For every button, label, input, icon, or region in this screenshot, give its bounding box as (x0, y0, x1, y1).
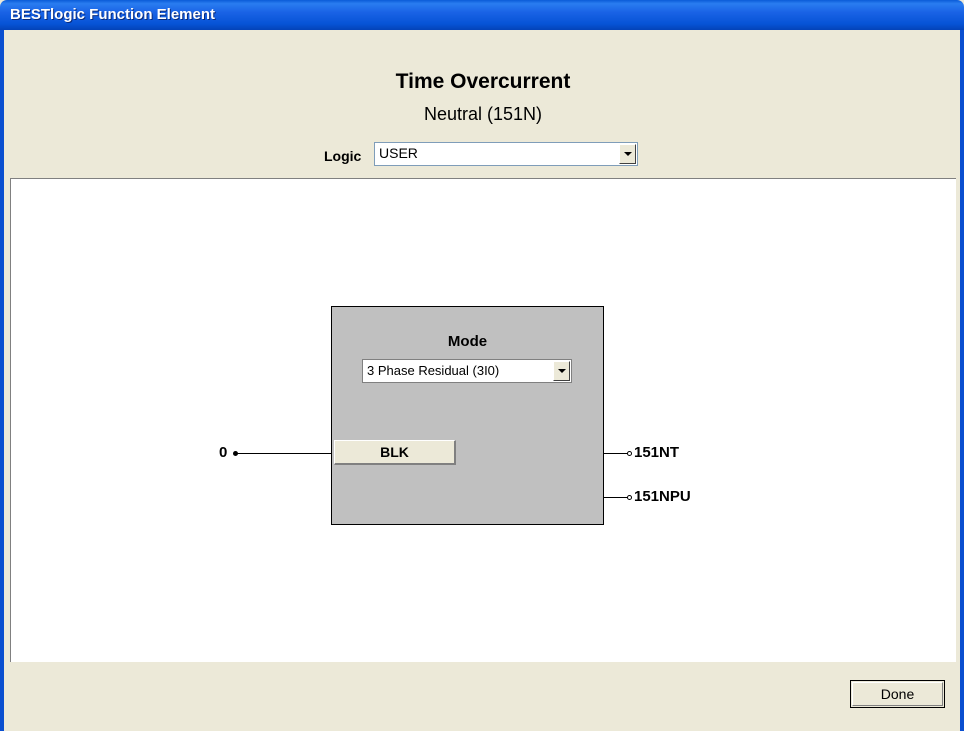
blk-input-button[interactable]: BLK (334, 440, 456, 465)
mode-dropdown-value: 3 Phase Residual (3I0) (367, 363, 500, 378)
window-title: BESTlogic Function Element (10, 6, 216, 23)
mode-dropdown-button[interactable] (553, 361, 570, 381)
done-button[interactable]: Done (850, 680, 945, 708)
mode-label: Mode (447, 333, 488, 350)
logic-dropdown-value: USER (379, 145, 418, 161)
element-subtitle: Neutral (151N) (423, 104, 543, 124)
dialog-window: BESTlogic Function Element Time Overcurr… (0, 0, 964, 731)
blk-input-value[interactable]: 0 (219, 444, 227, 461)
chevron-down-icon (558, 369, 566, 373)
output-label-151npu: 151NPU (634, 488, 691, 505)
window-frame-right (960, 30, 964, 731)
output-label-151nt: 151NT (634, 444, 680, 461)
logic-dropdown[interactable]: USER (374, 142, 638, 166)
title-bar[interactable]: BESTlogic Function Element (0, 0, 964, 30)
output-wire-151npu (604, 497, 628, 498)
output-wire-151nt (604, 453, 628, 454)
logic-label: Logic (324, 148, 362, 164)
element-title: Time Overcurrent (395, 70, 571, 93)
output-connector-151npu (627, 495, 632, 500)
function-block: Mode 3 Phase Residual (3I0) BLK (331, 306, 604, 525)
logic-diagram-canvas: 0 Mode 3 Phase Residual (3I0) BLK 151NT … (10, 178, 956, 662)
chevron-down-icon (624, 152, 632, 156)
input-wire (237, 453, 331, 454)
window-frame-left (0, 30, 4, 731)
dialog-footer: Done (10, 662, 956, 727)
output-connector-151nt (627, 451, 632, 456)
logic-dropdown-button[interactable] (619, 144, 636, 164)
mode-dropdown[interactable]: 3 Phase Residual (3I0) (362, 359, 572, 383)
